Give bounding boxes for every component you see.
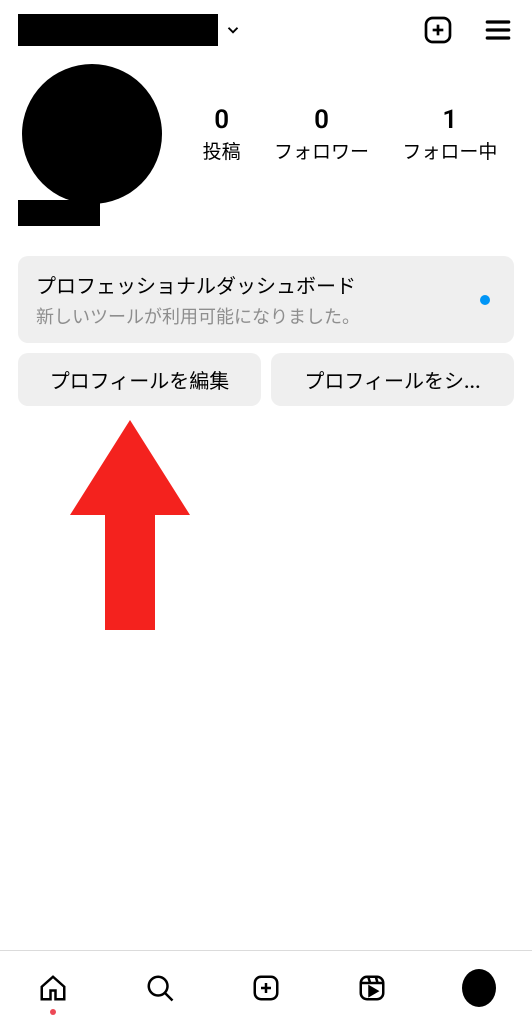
nav-search[interactable] xyxy=(143,971,177,1005)
create-post-icon[interactable] xyxy=(422,14,454,46)
followers-label: フォロワー xyxy=(274,137,369,164)
nav-reels[interactable] xyxy=(355,971,389,1005)
following-label: フォロー中 xyxy=(402,137,497,164)
menu-icon[interactable] xyxy=(482,14,514,46)
professional-dashboard-card[interactable]: プロフェッショナルダッシュボード 新しいツールが利用可能になりました。 xyxy=(18,256,514,343)
username-redacted xyxy=(18,14,218,46)
nav-home[interactable] xyxy=(36,971,70,1005)
notification-dot-icon xyxy=(480,295,490,305)
nav-create[interactable] xyxy=(249,971,283,1005)
edit-profile-button[interactable]: プロフィールを編集 xyxy=(18,353,261,406)
annotation-arrow-icon xyxy=(70,420,190,630)
bottom-navigation xyxy=(0,950,532,1024)
posts-count: 0 xyxy=(203,105,241,135)
dashboard-title: プロフェッショナルダッシュボード xyxy=(36,270,496,299)
nav-profile[interactable] xyxy=(462,971,496,1005)
posts-stat[interactable]: 0 投稿 xyxy=(203,105,241,164)
profile-header xyxy=(0,0,532,56)
chevron-down-icon xyxy=(224,21,242,39)
header-actions xyxy=(422,14,514,46)
followers-count: 0 xyxy=(274,105,369,135)
home-icon xyxy=(38,973,68,1003)
reels-icon xyxy=(357,973,387,1003)
dashboard-subtitle: 新しいツールが利用可能になりました。 xyxy=(36,303,496,329)
profile-info-row: 0 投稿 0 フォロワー 1 フォロー中 xyxy=(0,56,532,208)
home-notification-dot-icon xyxy=(50,1009,56,1015)
following-count: 1 xyxy=(402,105,497,135)
profile-action-row: プロフィールを編集 プロフィールをシ... xyxy=(18,353,514,406)
profile-avatar[interactable] xyxy=(22,64,162,204)
username-dropdown[interactable] xyxy=(18,14,242,46)
following-stat[interactable]: 1 フォロー中 xyxy=(402,105,497,164)
nav-avatar-icon xyxy=(462,969,496,1007)
search-icon xyxy=(145,973,175,1003)
share-profile-button[interactable]: プロフィールをシ... xyxy=(271,353,514,406)
profile-stats: 0 投稿 0 フォロワー 1 フォロー中 xyxy=(186,105,514,164)
posts-label: 投稿 xyxy=(203,137,241,164)
followers-stat[interactable]: 0 フォロワー xyxy=(274,105,369,164)
create-icon xyxy=(251,973,281,1003)
